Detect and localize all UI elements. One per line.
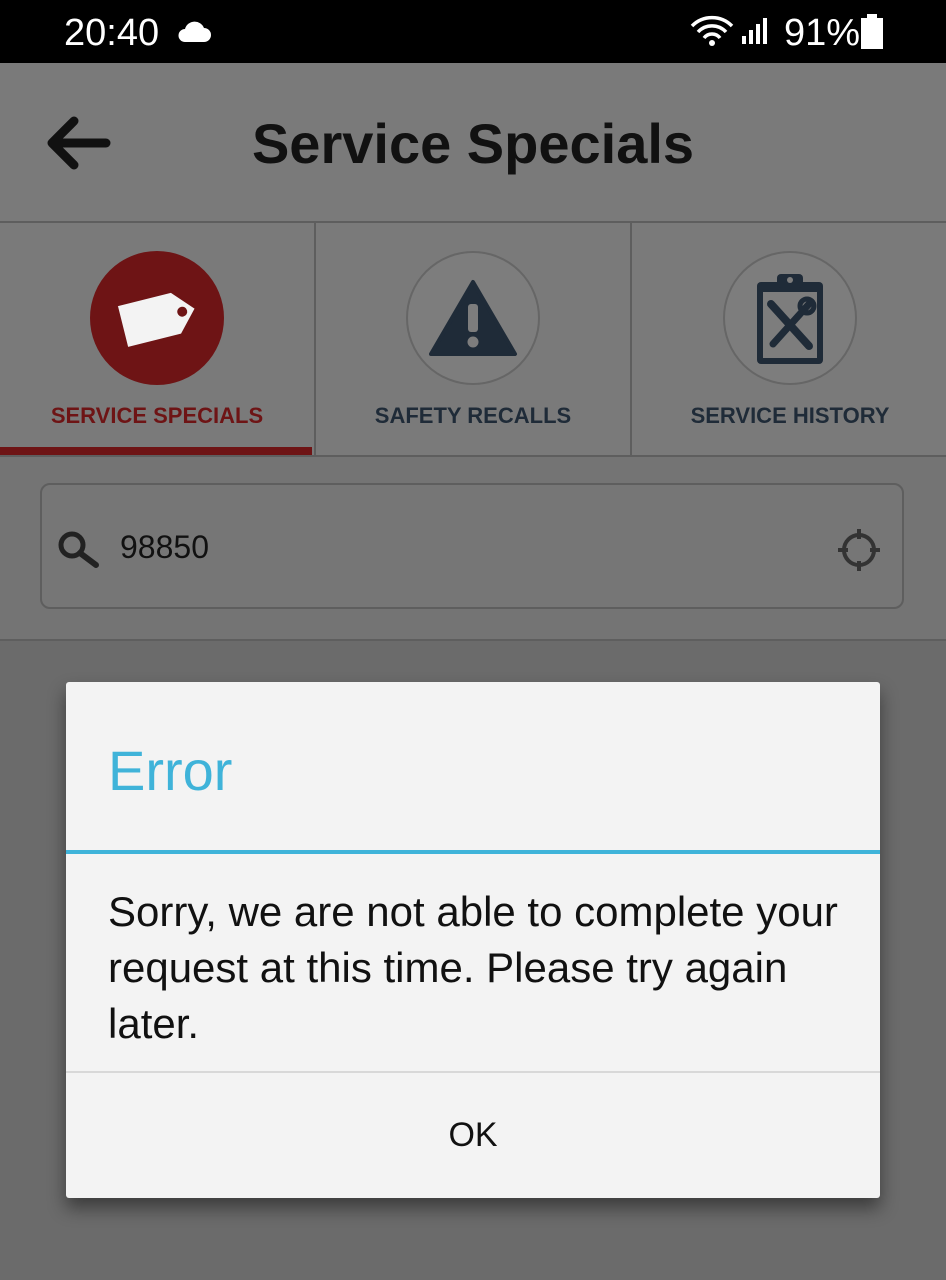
tab-label: SERVICE HISTORY bbox=[690, 403, 890, 428]
tab-icon-circle bbox=[90, 251, 224, 385]
signal-icon bbox=[742, 18, 767, 44]
tab-service-history[interactable]: SERVICE HISTORY bbox=[630, 223, 946, 455]
page-title: Service Specials bbox=[251, 112, 695, 175]
search-icon bbox=[58, 531, 99, 568]
dialog-title-divider bbox=[66, 850, 880, 854]
tab-bar: SERVICE SPECIALS SAFETY RECALLS SERVICE … bbox=[0, 223, 946, 457]
warning-icon bbox=[429, 280, 517, 356]
cloud-icon bbox=[178, 21, 211, 42]
wifi-icon bbox=[690, 15, 734, 46]
tab-safety-recalls[interactable]: SAFETY RECALLS bbox=[314, 223, 630, 455]
search-box[interactable] bbox=[40, 483, 904, 609]
battery-percent: 91% bbox=[784, 12, 861, 54]
active-tab-indicator bbox=[0, 447, 312, 455]
error-dialog: Error Sorry, we are not able to complete… bbox=[66, 682, 880, 1198]
dialog-message: Sorry, we are not able to complete your … bbox=[108, 888, 838, 1047]
battery-icon bbox=[861, 14, 883, 49]
status-time: 20:40 bbox=[64, 12, 160, 54]
crosshair-icon[interactable] bbox=[836, 527, 882, 573]
tab-icon-circle bbox=[406, 251, 540, 385]
search-input[interactable] bbox=[120, 525, 800, 569]
tab-icon-circle bbox=[723, 251, 857, 385]
app-header: Service Specials bbox=[0, 63, 946, 223]
status-bar: 20:40 91% bbox=[0, 0, 946, 63]
tab-label: SAFETY RECALLS bbox=[374, 403, 572, 428]
tab-label: SERVICE SPECIALS bbox=[50, 403, 264, 428]
search-area bbox=[0, 457, 946, 641]
tab-service-specials[interactable]: SERVICE SPECIALS bbox=[0, 223, 314, 455]
clipboard-tools-icon bbox=[757, 274, 823, 364]
ok-button[interactable]: OK bbox=[66, 1073, 880, 1198]
tag-icon bbox=[115, 290, 198, 350]
dialog-title: Error bbox=[108, 739, 233, 802]
